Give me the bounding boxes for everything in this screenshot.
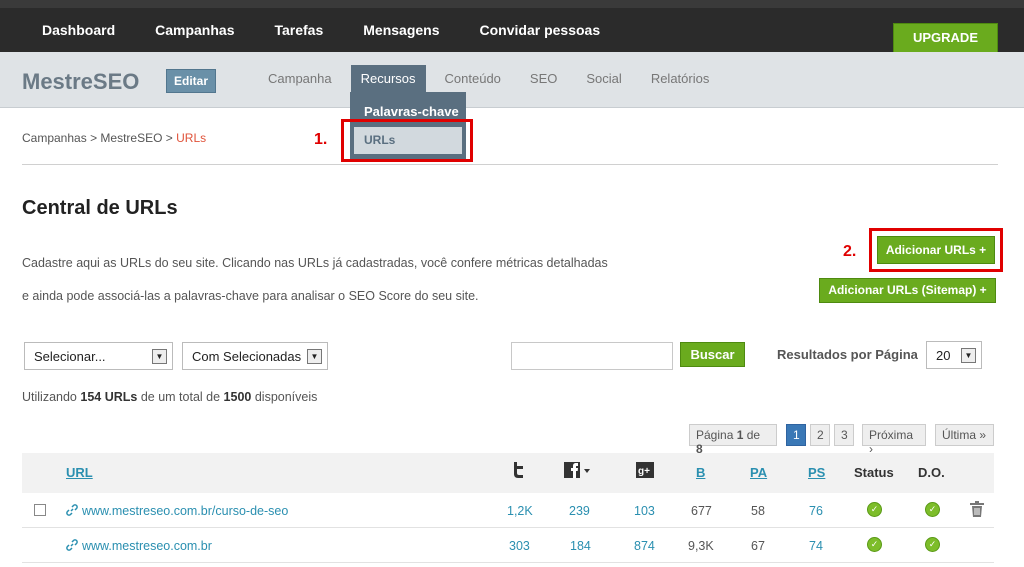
nav-mensagens[interactable]: Mensagens bbox=[363, 22, 439, 38]
row-url[interactable]: www.mestreseo.com.br bbox=[82, 539, 212, 553]
link-icon bbox=[66, 504, 78, 519]
usage-text: Utilizando 154 URLs de um total de 1500 … bbox=[22, 390, 317, 404]
column-status: Status bbox=[854, 465, 894, 480]
usage-used: 154 URLs bbox=[80, 390, 138, 404]
page-button-1[interactable]: 1 bbox=[786, 424, 806, 446]
top-nav: Dashboard Campanhas Tarefas Mensagens Co… bbox=[42, 22, 640, 38]
row-pa: 58 bbox=[751, 504, 765, 518]
status-ok-icon: ✓ bbox=[867, 537, 882, 552]
breadcrumb-campanhas[interactable]: Campanhas bbox=[22, 131, 87, 145]
table-row: www.mestreseo.com.br 303 184 874 9,3K 67… bbox=[22, 528, 994, 563]
page-description-line1: Cadastre aqui as URLs do seu site. Clica… bbox=[22, 256, 608, 270]
google-plus-icon: g+ bbox=[636, 462, 654, 481]
annotation-box-2 bbox=[869, 228, 1003, 272]
annotation-box-1 bbox=[341, 119, 473, 162]
page-description-line2: e ainda pode associá-las a palavras-chav… bbox=[22, 289, 479, 303]
search-input[interactable] bbox=[511, 342, 673, 370]
row-googleplus[interactable]: 874 bbox=[634, 539, 655, 553]
row-facebook[interactable]: 239 bbox=[569, 504, 590, 518]
top-bar: Dashboard Campanhas Tarefas Mensagens Co… bbox=[0, 0, 1024, 53]
search-button[interactable]: Buscar bbox=[680, 342, 745, 367]
tab-conteudo[interactable]: Conteúdo bbox=[445, 71, 501, 92]
svg-text:g+: g+ bbox=[638, 466, 650, 477]
results-per-page-value: 20 bbox=[936, 348, 951, 363]
row-twitter[interactable]: 303 bbox=[509, 539, 530, 553]
page-info-prefix: Página bbox=[696, 428, 734, 442]
usage-suffix: disponíveis bbox=[254, 390, 318, 404]
add-urls-sitemap-button[interactable]: Adicionar URLs (Sitemap) + bbox=[819, 278, 996, 303]
project-name: MestreSEO bbox=[22, 69, 140, 94]
tab-seo[interactable]: SEO bbox=[530, 71, 557, 92]
page-button-3[interactable]: 3 bbox=[834, 424, 854, 446]
page-info-mid: de bbox=[746, 428, 761, 442]
last-page-button[interactable]: Última » bbox=[935, 424, 994, 446]
breadcrumb-mestreseo[interactable]: MestreSEO bbox=[100, 131, 162, 145]
nav-dashboard[interactable]: Dashboard bbox=[42, 22, 115, 38]
divider bbox=[22, 164, 998, 165]
breadcrumb: Campanhas > MestreSEO > URLs bbox=[22, 131, 206, 145]
column-ps[interactable]: PS bbox=[808, 465, 825, 480]
usage-middle: de um total de bbox=[140, 390, 221, 404]
breadcrumb-sep: > bbox=[165, 131, 173, 145]
twitter-icon bbox=[511, 462, 525, 481]
nav-tarefas[interactable]: Tarefas bbox=[274, 22, 323, 38]
row-pa: 67 bbox=[751, 539, 765, 553]
bulk-select[interactable]: Selecionar... ▼ bbox=[24, 342, 173, 370]
facebook-icon bbox=[564, 462, 592, 481]
breadcrumb-sep: > bbox=[90, 131, 98, 145]
page-info-current: 1 bbox=[736, 428, 744, 442]
chevron-down-icon: ▼ bbox=[307, 349, 322, 364]
row-b: 9,3K bbox=[688, 539, 714, 553]
chevron-down-icon: ▼ bbox=[961, 348, 976, 363]
project-bar: MestreSEO Editar Campanha Recursos Conte… bbox=[0, 52, 1024, 108]
column-b[interactable]: B bbox=[696, 465, 705, 480]
row-twitter[interactable]: 1,2K bbox=[507, 504, 533, 518]
breadcrumb-current: URLs bbox=[176, 131, 207, 145]
usage-prefix: Utilizando bbox=[22, 390, 77, 404]
usage-total: 1500 bbox=[223, 390, 252, 404]
upgrade-button[interactable]: UPGRADE bbox=[893, 23, 998, 53]
column-do: D.O. bbox=[918, 465, 945, 480]
do-ok-icon: ✓ bbox=[925, 537, 940, 552]
project-subnav: Campanha Recursos Conteúdo SEO Social Re… bbox=[268, 65, 738, 92]
trash-icon[interactable] bbox=[970, 501, 984, 517]
annotation-step-2: 2. bbox=[843, 243, 857, 260]
page-title: Central de URLs bbox=[22, 197, 178, 219]
tab-recursos[interactable]: Recursos bbox=[350, 65, 426, 92]
tab-campanha[interactable]: Campanha bbox=[268, 71, 332, 92]
row-ps[interactable]: 76 bbox=[809, 504, 823, 518]
selected-action-select[interactable]: Com Selecionadas ▼ bbox=[182, 342, 328, 370]
column-url[interactable]: URL bbox=[66, 465, 93, 480]
do-ok-icon: ✓ bbox=[925, 502, 940, 517]
table-row: www.mestreseo.com.br/curso-de-seo 1,2K 2… bbox=[22, 493, 994, 528]
nav-convidar[interactable]: Convidar pessoas bbox=[480, 22, 601, 38]
row-b: 677 bbox=[691, 504, 712, 518]
results-per-page-label: Resultados por Página bbox=[777, 347, 918, 362]
selected-action-value: Com Selecionadas bbox=[192, 349, 302, 364]
nav-campanhas[interactable]: Campanhas bbox=[155, 22, 234, 38]
table-header: URL g+ B PA PS Status D.O. bbox=[22, 453, 994, 493]
page-info: Página 1 de 8 bbox=[689, 424, 777, 456]
chevron-down-icon: ▼ bbox=[152, 349, 167, 364]
row-ps[interactable]: 74 bbox=[809, 539, 823, 553]
column-pa[interactable]: PA bbox=[750, 465, 767, 480]
results-per-page-select[interactable]: 20 ▼ bbox=[926, 341, 982, 369]
tab-relatorios[interactable]: Relatórios bbox=[651, 71, 710, 92]
link-icon bbox=[66, 539, 78, 554]
page-button-2[interactable]: 2 bbox=[810, 424, 830, 446]
row-facebook[interactable]: 184 bbox=[570, 539, 591, 553]
next-page-button[interactable]: Próxima › bbox=[862, 424, 926, 456]
row-url[interactable]: www.mestreseo.com.br/curso-de-seo bbox=[82, 504, 288, 518]
edit-project-button[interactable]: Editar bbox=[166, 69, 217, 93]
bulk-select-value: Selecionar... bbox=[34, 349, 106, 364]
annotation-step-1: 1. bbox=[314, 131, 328, 148]
status-ok-icon: ✓ bbox=[867, 502, 882, 517]
menu-item-palavras-chave[interactable]: Palavras-chave bbox=[364, 104, 459, 119]
tab-social[interactable]: Social bbox=[586, 71, 621, 92]
row-googleplus[interactable]: 103 bbox=[634, 504, 655, 518]
row-checkbox[interactable] bbox=[34, 504, 46, 516]
